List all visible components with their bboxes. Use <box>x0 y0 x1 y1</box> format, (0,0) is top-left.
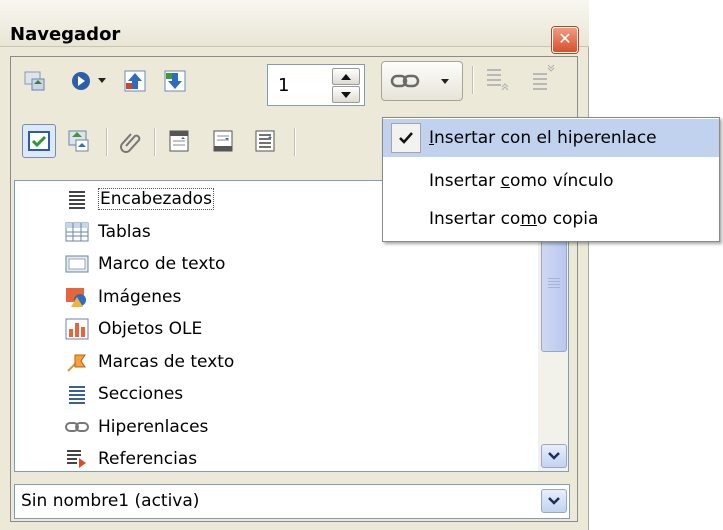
tree-item-label: Marcas de texto <box>98 351 235 372</box>
scroll-down-button[interactable] <box>541 444 567 468</box>
sections-icon <box>64 383 90 405</box>
tree-item-imágenes[interactable]: Imágenes <box>64 284 181 310</box>
document-select-value: Sin nombre1 (activa) <box>21 491 200 511</box>
hyperlinks-icon <box>64 416 90 438</box>
navigate-by-dropdown[interactable] <box>92 66 112 96</box>
bookmarks-icon <box>64 351 90 373</box>
references-icon <box>64 448 90 470</box>
footer-button[interactable] <box>208 126 238 156</box>
drag-mode-button[interactable] <box>381 61 463 101</box>
tables-icon <box>64 221 90 243</box>
menu-item-label: Insertar como copia <box>429 209 599 229</box>
tree-item-tablas[interactable]: Tablas <box>64 219 151 245</box>
tree-item-label: Objetos OLE <box>98 319 203 339</box>
attachment-button[interactable] <box>116 126 146 156</box>
navigation-toggle-button[interactable] <box>20 66 50 96</box>
tree-item-label: Hiperenlaces <box>98 416 209 437</box>
document-select[interactable]: Sin nombre1 (activa) <box>14 484 570 519</box>
page-number-spinner[interactable]: 1 <box>267 64 365 106</box>
menu-item-insert-as-copy[interactable]: Insertar como copia <box>383 200 719 238</box>
content-view-button[interactable] <box>22 124 56 158</box>
toolbar-separator <box>106 128 108 156</box>
chevron-down-icon <box>548 497 560 505</box>
chevron-down-icon <box>548 452 560 460</box>
set-reminder-icon <box>68 130 89 152</box>
header-button[interactable] <box>164 126 194 156</box>
menu-item-insert-as-hyperlink[interactable]: Insertar con el hiperenlace <box>383 119 719 157</box>
menu-item-label: Insertar como vínculo <box>429 171 614 191</box>
tree-item-objetos-ole[interactable]: Objetos OLE <box>64 316 202 342</box>
close-button[interactable]: ✕ <box>552 27 578 53</box>
tree-item-marcas-de-texto[interactable]: Marcas de texto <box>64 349 234 375</box>
tree-item-hiperenlaces[interactable]: Hiperenlaces <box>64 414 208 440</box>
headings-icon <box>64 188 90 210</box>
checkmark-icon <box>399 132 413 144</box>
previous-arrow-icon <box>124 70 146 92</box>
attachment-icon <box>120 133 141 153</box>
tree-item-label: Referencias <box>98 449 198 469</box>
promote-level-button[interactable] <box>482 64 512 94</box>
toolbar-separator <box>472 66 474 94</box>
tree-item-label: Marco de texto <box>98 254 226 274</box>
toolbar-separator <box>154 128 156 156</box>
menu-item-label: Insertar con el hiperenlace <box>429 128 657 148</box>
dropdown-arrow-icon <box>98 78 106 83</box>
spin-down-icon <box>341 91 351 98</box>
title-bar[interactable]: Navegador ✕ <box>0 0 589 53</box>
tree-item-label: Secciones <box>98 384 184 404</box>
window-title: Navegador <box>10 24 121 45</box>
spin-up-button[interactable] <box>332 68 360 85</box>
toolbar-separator <box>294 128 296 156</box>
tree-item-secciones[interactable]: Secciones <box>64 381 183 407</box>
hyperlink-icon <box>390 74 420 88</box>
tree-item-encabezados[interactable]: Encabezados <box>64 186 214 212</box>
next-button[interactable] <box>160 66 190 96</box>
drag-mode-menu: Insertar con el hiperenlace Insertar com… <box>382 117 720 242</box>
promote-level-icon <box>487 69 509 91</box>
tree-item-label: Tablas <box>98 221 151 242</box>
spin-up-icon <box>341 73 351 80</box>
demote-level-icon <box>533 64 555 90</box>
document-select-dropdown-button[interactable] <box>541 489 567 513</box>
navigator-window: Navegador ✕ 1 Encabezados Tablas Marco d… <box>0 0 589 530</box>
content-view-icon <box>28 131 50 151</box>
footer-icon <box>213 130 233 152</box>
demote-level-button[interactable] <box>528 62 558 92</box>
ole-objects-icon <box>64 318 90 340</box>
page-number-value[interactable]: 1 <box>278 75 289 96</box>
checkmark-box <box>391 123 421 153</box>
anchor-button[interactable] <box>250 126 280 156</box>
dropdown-arrow-icon <box>441 79 449 84</box>
anchor-icon <box>255 130 275 152</box>
previous-button[interactable] <box>120 66 150 96</box>
navigate-by-icon <box>72 72 90 90</box>
tree-item-marco-de-texto[interactable]: Marco de texto <box>64 251 225 277</box>
header-icon <box>169 130 189 152</box>
tree-item-referencias[interactable]: Referencias <box>64 446 197 472</box>
tree-item-label: Imágenes <box>98 286 182 307</box>
images-icon <box>64 286 90 308</box>
tree-item-label: Encabezados <box>98 188 214 210</box>
set-reminder-button[interactable] <box>64 126 94 156</box>
text-frame-icon <box>64 253 90 275</box>
navigation-toggle-icon <box>24 71 45 91</box>
scroll-grip-icon <box>548 278 560 288</box>
scroll-thumb[interactable] <box>541 232 567 352</box>
next-arrow-icon <box>164 70 186 92</box>
close-icon: ✕ <box>558 29 572 48</box>
spin-down-button[interactable] <box>332 86 360 103</box>
menu-item-insert-as-link[interactable]: Insertar como vínculo <box>383 162 719 200</box>
